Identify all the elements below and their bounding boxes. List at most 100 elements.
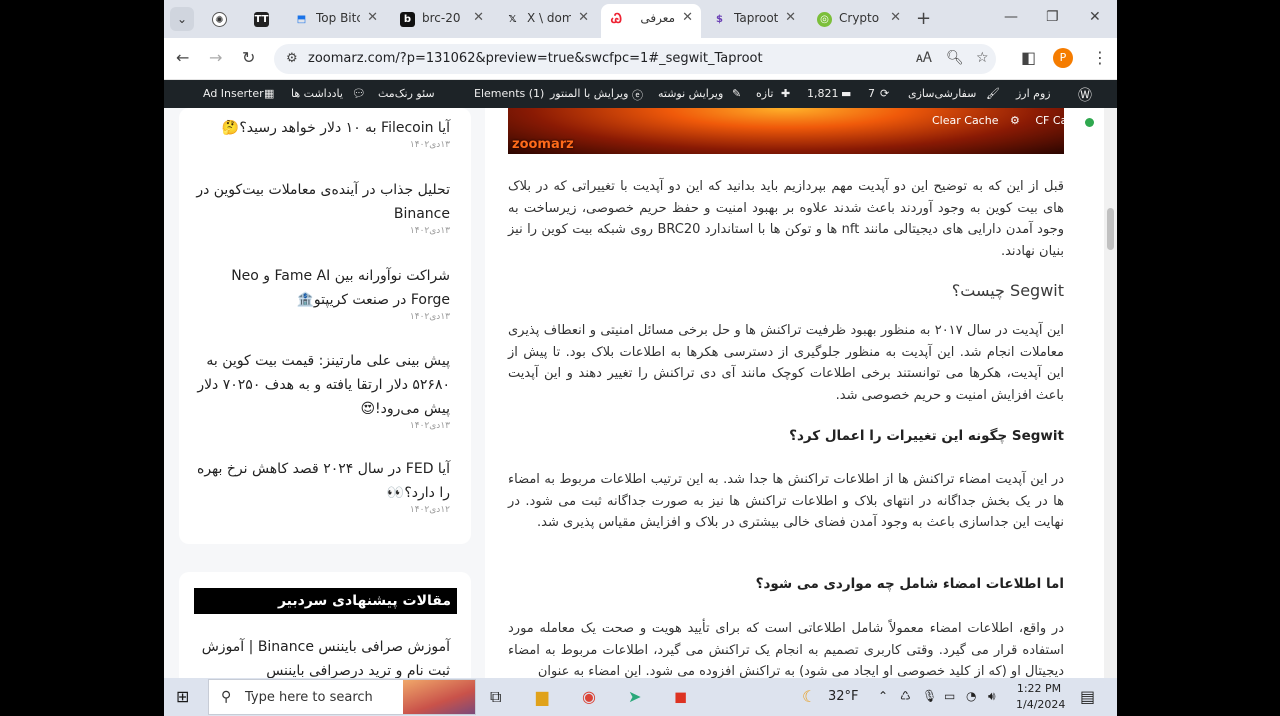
- scrollbar-thumb[interactable]: [1107, 208, 1114, 250]
- side-panel-icon[interactable]: ◧: [1021, 48, 1036, 67]
- x-icon: 𝕏: [508, 14, 517, 25]
- news-title[interactable]: آیا Filecoin به ۱۰ دلار خواهد رسید؟🤔: [192, 116, 450, 140]
- back-button[interactable]: ←: [176, 48, 189, 67]
- recorder-icon[interactable]: ◼: [674, 687, 687, 706]
- edit-post-link[interactable]: ویرایش نوشته: [658, 87, 723, 100]
- tab-crypto[interactable]: ◎ Crypto ✕: [809, 4, 909, 34]
- section-heading: Segwit چیست؟: [951, 281, 1064, 300]
- url-text[interactable]: zoomarz.com/?p=131062&preview=true&swcfp…: [308, 51, 763, 66]
- task-view-icon[interactable]: ⧉: [490, 687, 501, 707]
- cf-cache-label[interactable]: CF Cac: [1035, 114, 1073, 127]
- vertical-scrollbar[interactable]: [1104, 108, 1117, 678]
- tab-title: X \ dom: [527, 11, 571, 25]
- list-item[interactable]: شراکت نوآورانه بین Fame AI و Neo Forge د…: [192, 264, 450, 322]
- volume-icon[interactable]: 🔊︎: [988, 689, 996, 704]
- weather-icon: ☾: [802, 687, 817, 706]
- news-date: ۱۳دی۱۴۰۲: [409, 226, 450, 236]
- close-icon[interactable]: ✕: [367, 10, 378, 25]
- search-placeholder[interactable]: Type here to search: [245, 690, 373, 705]
- profile-avatar[interactable]: P: [1053, 48, 1073, 68]
- subheading: اما اطلاعات امضاء شامل چه مواردی می شود؟: [755, 576, 1064, 592]
- article-paragraph: در این آپدیت امضاء تراکنش ها از اطلاعات …: [508, 472, 1064, 530]
- ad-inserter-link[interactable]: Ad Inserter: [203, 87, 264, 100]
- windows-taskbar: ⊞ ⚲ Type here to search ⧉ ▆ ◉ ➤ ◼ ☾ 32°F…: [164, 678, 1117, 716]
- network-icon[interactable]: ♺: [900, 689, 911, 703]
- windows-start-icon[interactable]: ⊞: [176, 687, 189, 706]
- new-link[interactable]: تازه: [756, 87, 774, 100]
- wifi-icon[interactable]: ◔: [966, 689, 976, 703]
- news-title[interactable]: تحلیل جذاب در آینده‌ی معاملات بیت‌کوین د…: [192, 178, 450, 226]
- tab-top-bitcoin[interactable]: ⬒ Top Bitc ✕: [286, 4, 386, 34]
- clear-cache-label[interactable]: Clear Cache: [932, 114, 998, 127]
- clear-cache-link[interactable]: Clear Cache ⚙ CF Cac: [932, 114, 1073, 127]
- tab-x[interactable]: 𝕏 X \ dom ✕: [497, 4, 597, 34]
- tab-search-button[interactable]: ⌄: [170, 7, 194, 31]
- tab-brc20[interactable]: b brc-20 ✕: [392, 4, 492, 34]
- weather-temp[interactable]: 32°F: [828, 689, 859, 704]
- news-title[interactable]: پیش بینی علی مارتینز: قیمت بیت کوین به ۵…: [192, 349, 450, 421]
- notifications-icon[interactable]: ▤: [1080, 687, 1095, 706]
- editors-pick-title[interactable]: آموزش صرافی بایننس Binance | آموزش ثبت ن…: [192, 635, 450, 678]
- chevron-up-icon[interactable]: ⌃: [878, 689, 888, 703]
- news-title[interactable]: شراکت نوآورانه بین Fame AI و Neo Forge د…: [192, 264, 450, 312]
- comments-count[interactable]: 1,821: [807, 87, 839, 100]
- wordpress-icon[interactable]: Ⓦ: [1078, 85, 1092, 105]
- status-dot: [1085, 118, 1094, 127]
- forward-button[interactable]: →: [209, 48, 222, 67]
- tab-tt[interactable]: TT: [246, 4, 286, 34]
- mic-icon[interactable]: 🎙︎: [922, 689, 937, 703]
- updates-icon: ⟳: [880, 87, 890, 100]
- seo-link[interactable]: سئو رنک‌مث: [378, 87, 435, 100]
- zoom-icon[interactable]: 🔍︎: [946, 50, 964, 66]
- restore-button[interactable]: ❐: [1046, 9, 1059, 25]
- bookmark-star-icon[interactable]: ☆: [976, 50, 989, 66]
- address-bar[interactable]: ⚙ zoomarz.com/?p=131062&preview=true&swc…: [274, 44, 996, 74]
- comments-icon: ▬: [841, 87, 852, 100]
- file-explorer-icon[interactable]: ▆: [536, 687, 548, 706]
- news-date: ۱۳دی۱۴۰۲: [409, 421, 450, 431]
- app-rocket-icon[interactable]: ➤: [628, 687, 641, 706]
- close-icon[interactable]: ✕: [473, 10, 484, 25]
- list-item[interactable]: آیا FED در سال ۲۰۲۴ قصد کاهش نرخ بهره را…: [192, 457, 450, 515]
- site-info-icon[interactable]: ⚙: [286, 51, 298, 66]
- close-icon[interactable]: ✕: [578, 10, 589, 25]
- hero-brand-logo: zoomarz: [512, 137, 574, 152]
- updates-count[interactable]: 7: [868, 87, 875, 100]
- tt-icon: TT: [254, 12, 269, 27]
- page-content: zoomarz قبل از این که به توضیح این دو آپ…: [164, 108, 1104, 678]
- notes-link[interactable]: یادداشت ها: [291, 87, 343, 100]
- site-name-link[interactable]: زوم ارز: [1016, 87, 1051, 100]
- list-item[interactable]: آموزش صرافی بایننس Binance | آموزش ثبت ن…: [192, 635, 450, 678]
- list-item[interactable]: پیش بینی علی مارتینز: قیمت بیت کوین به ۵…: [192, 349, 450, 431]
- tab-title: Top Bitc: [316, 11, 360, 25]
- tab-active-zoomarz[interactable]: Ꮚ معرفی ✕: [601, 4, 701, 38]
- list-item[interactable]: تحلیل جذاب در آینده‌ی معاملات بیت‌کوین د…: [192, 178, 450, 236]
- customize-link[interactable]: سفارشی‌سازی: [908, 87, 976, 100]
- new-tab-button[interactable]: +: [916, 8, 931, 29]
- article-paragraph: این آپدیت در سال ۲۰۱۷ به منظور بهبود ظرف…: [508, 323, 1064, 403]
- close-icon[interactable]: ✕: [890, 10, 901, 25]
- elementor-icon: ⓔ: [632, 89, 643, 102]
- taskbar-search[interactable]: ⚲ Type here to search: [208, 679, 476, 715]
- bookmark-icon: ⬒: [296, 14, 307, 25]
- news-title[interactable]: آیا FED در سال ۲۰۲۴ قصد کاهش نرخ بهره را…: [192, 457, 450, 505]
- tab-chatgpt[interactable]: ✺: [204, 4, 244, 34]
- close-window-button[interactable]: ✕: [1089, 9, 1101, 25]
- close-icon[interactable]: ✕: [682, 10, 693, 25]
- zoomarz-icon: Ꮚ: [611, 12, 622, 27]
- translate-icon[interactable]: 🗚: [916, 50, 932, 66]
- edit-elementor-link[interactable]: ویرایش با المنتور: [550, 87, 628, 100]
- tab-taproot[interactable]: $ Taproot ✕: [704, 4, 804, 34]
- close-icon[interactable]: ✕: [785, 10, 796, 25]
- chrome-icon[interactable]: ◉: [582, 687, 596, 706]
- minimize-button[interactable]: —: [1004, 9, 1018, 25]
- reload-button[interactable]: ↻: [242, 48, 255, 67]
- b-icon: b: [400, 12, 415, 27]
- brush-icon: 🖌︎: [986, 87, 1000, 100]
- clock-date: 1/4/2024: [1016, 698, 1066, 711]
- clock[interactable]: 1:22 PM 1/4/2024: [1016, 681, 1066, 713]
- elements-link[interactable]: Elements (1): [474, 87, 544, 100]
- menu-icon[interactable]: ⋮: [1092, 48, 1108, 67]
- battery-icon[interactable]: ▭: [944, 689, 955, 703]
- list-item[interactable]: آیا Filecoin به ۱۰ دلار خواهد رسید؟🤔 ۱۳د…: [192, 116, 450, 150]
